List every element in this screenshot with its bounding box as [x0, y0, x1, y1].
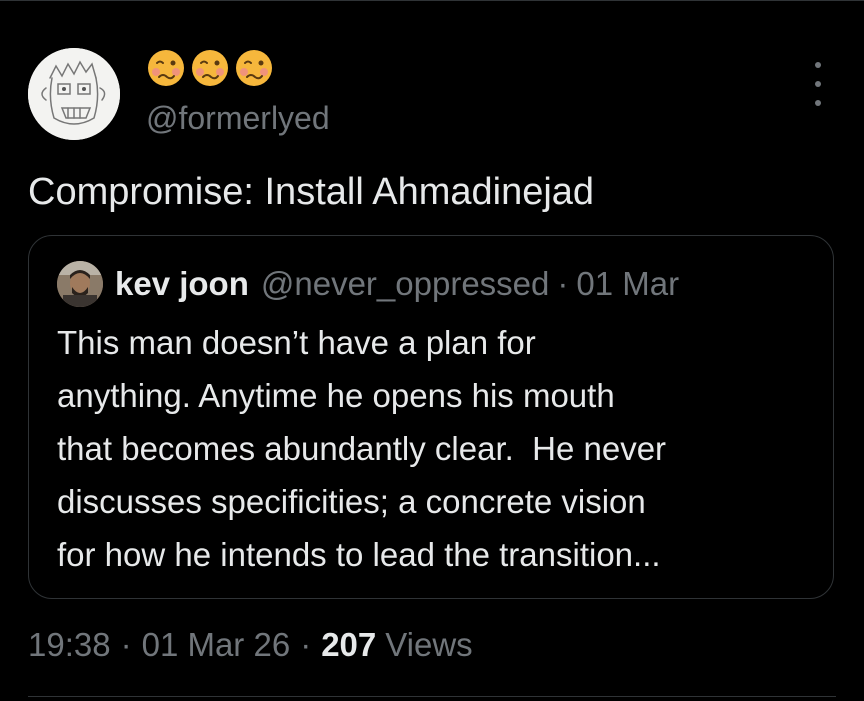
tweet-time[interactable]: 19:38	[28, 626, 111, 664]
quoted-tweet-line: for how he intends to lead the transitio…	[57, 536, 661, 573]
quoted-tweet[interactable]: kev joon @never_oppressed · 01 Mar This …	[28, 235, 834, 599]
quoted-tweet-header: kev joon @never_oppressed · 01 Mar	[57, 260, 679, 308]
author-display-name[interactable]	[146, 47, 274, 89]
views-label: Views	[385, 626, 473, 663]
quoted-tweet-line: discusses specificities; a concrete visi…	[57, 483, 646, 520]
woozy-face-emoji	[192, 50, 228, 86]
woozy-face-emoji	[236, 50, 272, 86]
quoted-tweet-line: This man doesn’t have a plan for	[57, 324, 536, 361]
tweet: @formerlyed Compromise: Install Ahmadine…	[0, 0, 864, 701]
views-count[interactable]: 207	[321, 626, 376, 664]
quoted-tweet-line: anything. Anytime he opens his mouth	[57, 377, 615, 414]
tweet-meta: 19:38 · 01 Mar 26 · 207 Views	[28, 622, 473, 668]
more-dot	[815, 62, 821, 68]
quoted-tweet-line: that becomes abundantly clear. He never	[57, 430, 667, 467]
more-vertical-icon[interactable]	[806, 62, 830, 106]
author-handle[interactable]: @formerlyed	[146, 98, 330, 138]
quoted-author-name[interactable]: kev joon	[115, 265, 249, 303]
tweet-date[interactable]: 01 Mar 26	[142, 626, 291, 664]
separator: ·	[120, 626, 132, 663]
tweet-text: Compromise: Install Ahmadinejad	[28, 171, 595, 213]
more-dot	[815, 81, 821, 87]
separator: ·	[300, 626, 312, 663]
divider	[28, 696, 836, 697]
quoted-tweet-date[interactable]: 01 Mar	[576, 265, 679, 303]
quoted-author-handle[interactable]: @never_oppressed	[261, 265, 550, 303]
divider	[0, 0, 864, 1]
more-dot	[815, 100, 821, 106]
author-avatar[interactable]	[28, 48, 120, 140]
woozy-face-emoji	[148, 50, 184, 86]
quoted-tweet-text: This man doesn’t have a plan for anythin…	[57, 316, 817, 581]
quoted-author-avatar[interactable]	[57, 261, 103, 307]
separator: ·	[557, 265, 569, 302]
